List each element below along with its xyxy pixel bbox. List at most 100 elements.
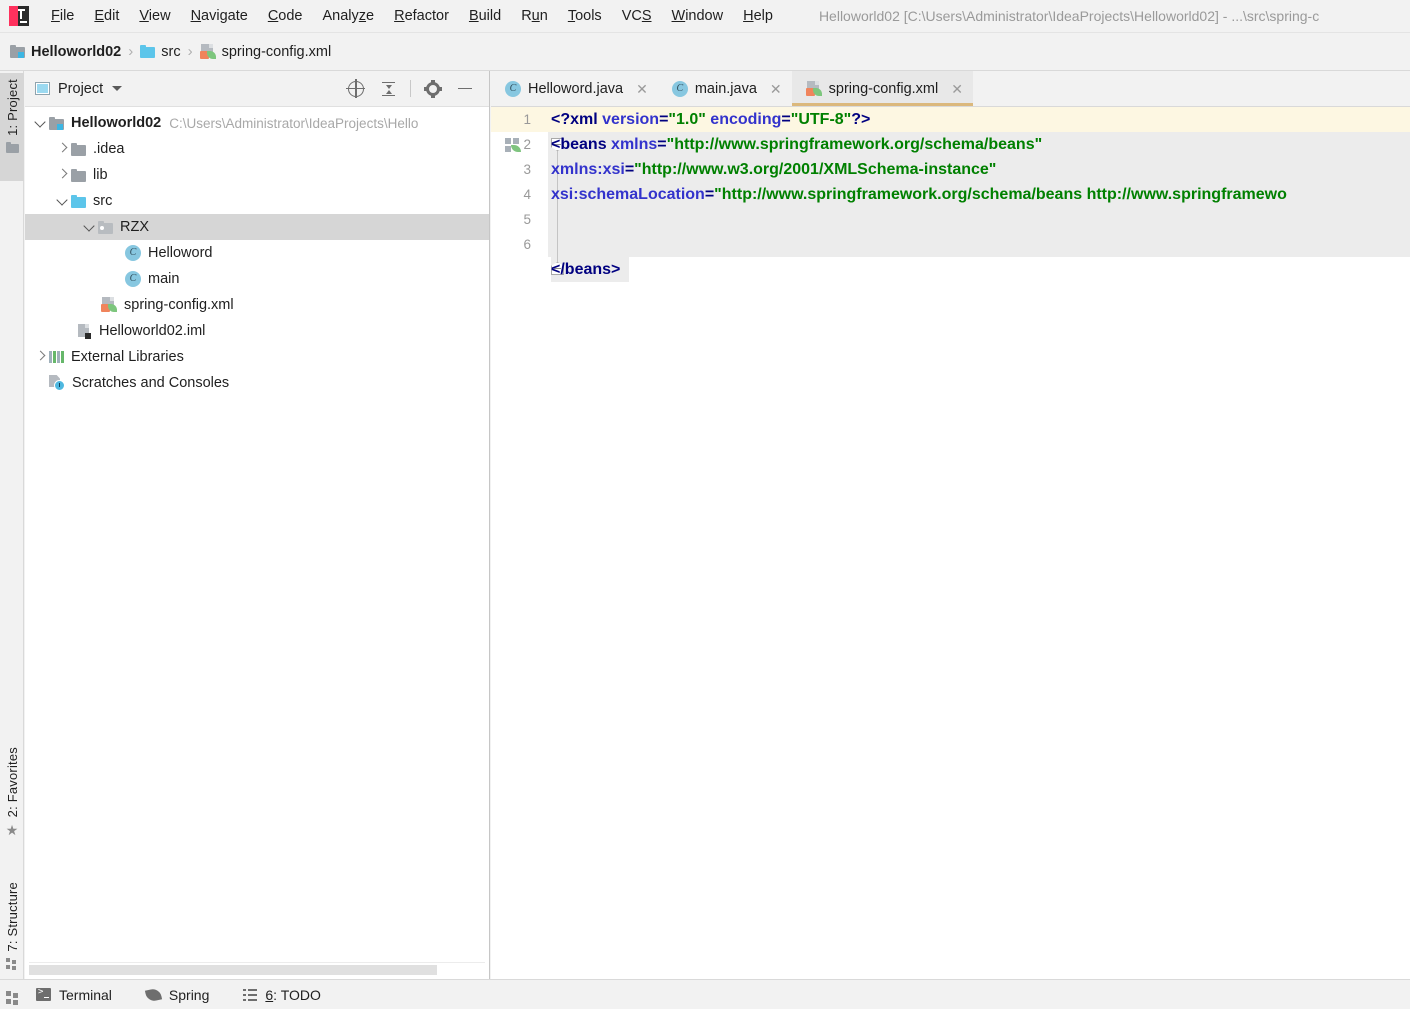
tree-node-label: RZX	[120, 219, 149, 235]
tree-node-label: main	[148, 271, 180, 287]
chevron-down-icon[interactable]	[31, 110, 49, 136]
editor-tab-bar: C Helloword.java ✕ C main.java ✕ spring-…	[491, 71, 1410, 107]
java-class-icon: C	[671, 80, 688, 97]
menu-analyze[interactable]: Analyze	[313, 5, 385, 27]
tree-node-helloworld02[interactable]: Helloworld02 C:\Users\Administrator\Idea…	[25, 110, 489, 136]
todo-list-icon	[243, 988, 258, 1001]
sidebar-item-project[interactable]: 1: Project	[0, 73, 24, 181]
project-panel-title: Project	[58, 80, 104, 97]
tree-node-label: spring-config.xml	[124, 297, 234, 313]
chevron-down-icon[interactable]	[53, 188, 71, 214]
menu-code[interactable]: Code	[258, 5, 313, 27]
tab-label: spring-config.xml	[828, 80, 939, 97]
left-tool-strip: 1: Project 2: Favorites ★ 7: Structure	[0, 71, 24, 979]
close-icon[interactable]: ✕	[636, 82, 648, 96]
tree-node-main[interactable]: C main	[25, 266, 489, 292]
line-number: 3	[523, 162, 531, 177]
sidebar-label-favorites: 2: Favorites	[4, 747, 20, 818]
close-icon[interactable]: ✕	[770, 82, 782, 96]
intellij-idea-logo-icon	[9, 6, 29, 26]
project-panel-toolbar	[346, 78, 481, 99]
tree-node-path: C:\Users\Administrator\IdeaProjects\Hell…	[169, 115, 419, 131]
status-item-terminal[interactable]: Terminal	[36, 987, 112, 1003]
project-panel-horizontal-scrollbar[interactable]	[29, 962, 485, 975]
xml-block-highlight-blank	[548, 232, 1410, 257]
libraries-icon	[49, 350, 64, 364]
tab-main-java[interactable]: C main.java ✕	[657, 71, 792, 106]
menu-help[interactable]: Help	[733, 5, 783, 27]
menu-window[interactable]: Window	[662, 5, 734, 27]
layout-corner-icon[interactable]	[6, 991, 20, 1005]
tree-node-label: Helloworld02	[71, 115, 162, 131]
line-number: 1	[523, 112, 531, 127]
menu-vcs[interactable]: VCS	[612, 5, 662, 27]
chevron-down-icon[interactable]	[112, 86, 123, 91]
sidebar-item-favorites[interactable]: 2: Favorites ★	[0, 741, 24, 851]
close-icon[interactable]: ✕	[951, 82, 963, 96]
menu-build[interactable]: Build	[459, 5, 511, 27]
tree-node-iml[interactable]: Helloworld02.iml	[25, 318, 489, 344]
menu-view[interactable]: View	[129, 5, 180, 27]
tree-node-spring-config-xml[interactable]: spring-config.xml	[25, 292, 489, 318]
xml-spring-file-icon	[101, 297, 117, 313]
tree-node-label: lib	[93, 167, 108, 183]
editor-area: C Helloword.java ✕ C main.java ✕ spring-…	[491, 71, 1410, 979]
scrollbar-thumb[interactable]	[29, 965, 437, 975]
menu-file[interactable]: File	[41, 5, 84, 27]
idea-window: File Edit View Navigate Code Analyze Ref…	[0, 0, 1410, 1009]
status-item-label: Terminal	[59, 986, 112, 1003]
status-item-mnemonic: 6	[265, 986, 274, 1003]
tree-node-label: External Libraries	[71, 349, 184, 365]
status-item-todo[interactable]: 6: TODO	[243, 987, 321, 1003]
tab-helloword-java[interactable]: C Helloword.java ✕	[491, 71, 658, 106]
code-editor[interactable]: 1 2 3 4 5 6 <?xml version="1.0" encoding…	[491, 107, 1410, 979]
code-line-4: xsi:schemaLocation="http://www.springfra…	[551, 186, 1287, 203]
xml-spring-file-icon	[199, 43, 216, 60]
breadcrumb-separator: ›	[187, 43, 193, 60]
breadcrumb-separator: ›	[128, 43, 134, 60]
locate-icon[interactable]	[346, 78, 366, 99]
menu-navigate[interactable]: Navigate	[181, 5, 258, 27]
minimize-icon[interactable]	[455, 79, 475, 99]
menu-edit[interactable]: Edit	[84, 5, 129, 27]
tree-node-rzx[interactable]: RZX	[25, 214, 489, 240]
menu-tools[interactable]: Tools	[558, 5, 612, 27]
star-icon: ★	[5, 822, 19, 839]
tree-node-external-libraries[interactable]: External Libraries	[25, 344, 489, 370]
chevron-right-icon[interactable]	[53, 136, 71, 162]
breadcrumb-item-project[interactable]: Helloworld02	[10, 44, 121, 60]
collapse-all-icon[interactable]	[378, 79, 398, 99]
spring-leaf-icon	[144, 987, 162, 1002]
chevron-right-icon[interactable]	[53, 162, 71, 188]
tree-node-scratches[interactable]: Scratches and Consoles	[25, 370, 489, 396]
menu-run[interactable]: Run	[511, 5, 558, 27]
tree-node-helloword[interactable]: C Helloword	[25, 240, 489, 266]
tree-node-lib[interactable]: lib	[25, 162, 489, 188]
sidebar-label-structure: 7: Structure	[4, 882, 20, 952]
gear-icon[interactable]	[423, 79, 443, 99]
tree-node-label: src	[93, 193, 113, 209]
breadcrumb-item-file[interactable]: spring-config.xml	[199, 43, 331, 60]
tree-node-label: Helloworld02.iml	[99, 323, 206, 339]
java-class-icon: C	[125, 271, 141, 287]
breadcrumb-item-src[interactable]: src	[140, 44, 181, 60]
line-number: 6	[523, 237, 531, 252]
package-folder-icon	[98, 220, 113, 234]
tree-node-idea[interactable]: .idea	[25, 136, 489, 162]
tab-spring-config-xml[interactable]: spring-config.xml ✕	[791, 71, 974, 106]
breadcrumb: Helloworld02 › src › spring-config.xml	[0, 33, 1410, 71]
tree-node-src[interactable]: src	[25, 188, 489, 214]
tree-node-label: Helloword	[148, 245, 213, 261]
folder-icon	[5, 141, 19, 153]
line-number: 4	[523, 187, 531, 202]
status-item-spring[interactable]: Spring	[144, 986, 210, 1003]
sidebar-item-structure[interactable]: 7: Structure	[0, 876, 24, 984]
status-bar: Terminal Spring 6: TODO	[0, 979, 1410, 1009]
menu-refactor[interactable]: Refactor	[384, 5, 459, 27]
terminal-icon	[36, 987, 51, 1001]
status-item-label: 6: TODO	[265, 987, 321, 1003]
chevron-down-icon[interactable]	[80, 214, 98, 240]
chevron-right-icon[interactable]	[31, 344, 49, 370]
source-folder-icon	[140, 45, 156, 58]
status-item-label: Spring	[168, 986, 210, 1003]
